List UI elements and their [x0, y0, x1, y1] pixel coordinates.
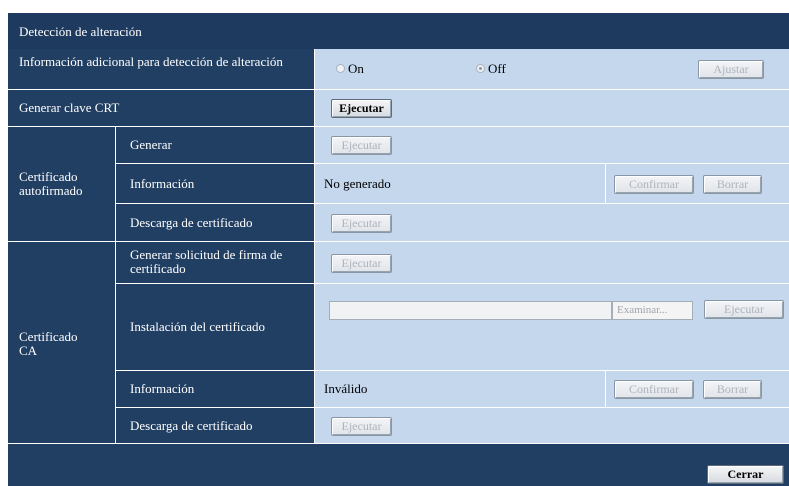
ca-confirm-button[interactable]: Confirmar — [614, 380, 694, 399]
ca-download-label: Descarga de certificado — [130, 418, 253, 433]
self-signed-confirm-button[interactable]: Confirmar — [614, 175, 694, 194]
self-signed-download-button[interactable]: Ejecutar — [331, 214, 392, 233]
ca-group-cell: Certificado CA — [8, 242, 116, 444]
self-signed-group-cell: Certificado autofirmado — [8, 127, 116, 242]
self-signed-group-label: Certificado autofirmado — [19, 169, 83, 198]
ca-info-label-cell: Información — [116, 371, 315, 408]
crt-key-label: Generar clave CRT — [19, 100, 120, 115]
self-signed-download-value-cell: Ejecutar — [315, 204, 789, 242]
footer-bar: Cerrar — [8, 444, 789, 486]
tamper-off-radio[interactable] — [476, 64, 485, 73]
self-signed-download-label: Descarga de certificado — [130, 215, 253, 230]
ca-install-browse-button[interactable]: Examinar... — [612, 301, 693, 320]
self-signed-download-label-cell: Descarga de certificado — [116, 204, 315, 242]
ca-install-label-cell: Instalación del certificado — [116, 284, 315, 371]
ca-delete-button[interactable]: Borrar — [703, 380, 762, 399]
self-signed-generate-button[interactable]: Ejecutar — [331, 136, 392, 155]
ca-csr-label: Generar solicitud de firma de certificad… — [130, 247, 283, 276]
self-signed-delete-button[interactable]: Borrar — [703, 175, 762, 194]
tamper-set-button[interactable]: Ajustar — [698, 60, 764, 79]
ca-download-value-cell: Ejecutar — [315, 408, 789, 444]
crt-key-value-cell: Ejecutar — [315, 90, 789, 127]
close-button[interactable]: Cerrar — [707, 465, 784, 484]
ca-csr-value-cell: Ejecutar — [315, 242, 789, 284]
ca-info-status: Inválido — [324, 381, 368, 396]
self-signed-info-status: No generado — [324, 176, 391, 191]
ca-download-label-cell: Descarga de certificado — [116, 408, 315, 444]
self-signed-info-label: Información — [130, 176, 195, 191]
tamper-on-radio[interactable] — [336, 64, 345, 73]
ca-install-execute-button[interactable]: Ejecutar — [704, 300, 784, 319]
self-signed-info-value-cell: No generado Confirmar Borrar — [315, 164, 789, 204]
ca-install-label: Instalación del certificado — [130, 319, 265, 334]
crt-key-label-cell: Generar clave CRT — [8, 90, 315, 127]
tamper-label-cell: Información adicional para detección de … — [8, 49, 315, 90]
ca-info-label: Información — [130, 381, 195, 396]
column-divider — [605, 164, 606, 204]
section-title-bar: Detección de alteración — [8, 13, 789, 50]
ca-csr-label-cell: Generar solicitud de firma de certificad… — [116, 242, 315, 284]
tamper-on-label: On — [348, 61, 364, 76]
column-divider — [605, 371, 606, 408]
ca-install-value-cell: Examinar... Ejecutar — [315, 284, 789, 371]
ca-group-label: Certificado CA — [19, 329, 78, 358]
section-title: Detección de alteración — [19, 24, 142, 39]
ca-info-value-cell: Inválido Confirmar Borrar — [315, 371, 789, 408]
ca-download-button[interactable]: Ejecutar — [331, 417, 392, 436]
ca-install-file-input[interactable] — [329, 301, 612, 320]
self-signed-generate-label-cell: Generar — [116, 127, 315, 164]
settings-panel: Detección de alteración Información adic… — [8, 13, 789, 486]
crt-key-execute-button[interactable]: Ejecutar — [331, 99, 392, 118]
ca-csr-button[interactable]: Ejecutar — [331, 254, 392, 273]
self-signed-info-label-cell: Información — [116, 164, 315, 204]
tamper-label: Información adicional para detección de … — [19, 54, 283, 69]
tamper-value-cell: On Off Ajustar — [315, 49, 789, 90]
self-signed-generate-value-cell: Ejecutar — [315, 127, 789, 164]
tamper-off-label: Off — [488, 61, 506, 76]
self-signed-generate-label: Generar — [130, 137, 172, 152]
